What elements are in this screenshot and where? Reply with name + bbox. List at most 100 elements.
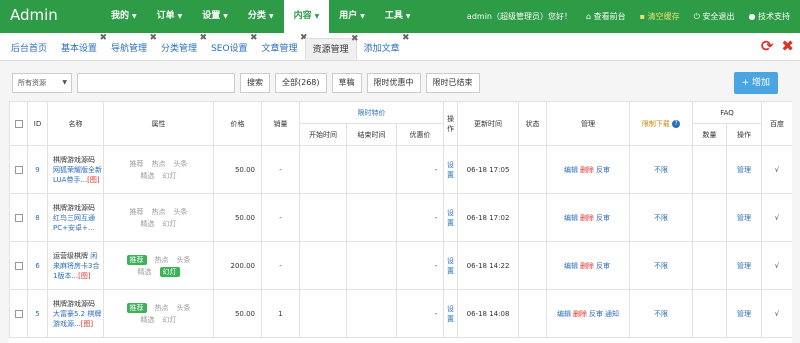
attr-slide[interactable]: 幻灯 [163,220,177,228]
delete-link[interactable]: 删除 [580,262,594,270]
filter-all-button[interactable]: 全部(268) [275,73,327,93]
attr-recommend[interactable]: 推荐 [126,302,147,313]
attr-featured[interactable]: 精选 [141,220,155,228]
nav-settings[interactable]: 设置 ▼ [192,0,238,33]
row-set-link[interactable]: 设置 [447,256,455,276]
row-category[interactable]: 棋牌游戏源码 [53,204,95,212]
row-limit-download[interactable]: 不限 [629,289,694,338]
row-updated: 06-18 14:08 [457,289,520,338]
logout-link[interactable]: ⏻ 安全退出 [694,11,735,22]
close-all-icon[interactable]: ✖ [781,39,794,54]
clear-cache-link[interactable]: ▪ 清空缓存 [640,11,680,22]
row-category[interactable]: 运营级棋牌 [53,252,88,260]
notify-link[interactable]: 通知 [605,310,619,318]
resource-type-select[interactable]: 所有资源 ▼ [12,73,72,93]
attr-headline[interactable]: 头条 [174,160,188,168]
row-set-link[interactable]: 设置 [447,160,455,180]
attr-recommend[interactable]: 推荐 [130,160,144,168]
row-select-cell [9,145,28,194]
row-baidu: √ [761,289,792,338]
row-manage: 编辑 删除 反审 [546,145,631,194]
nav-content[interactable]: 内容 ▼ [283,0,330,33]
filter-promo-on-button[interactable]: 限时优惠中 [366,73,421,93]
search-button[interactable]: 搜索 [240,73,270,93]
col-id[interactable]: ID [27,101,48,146]
col-start-time: 开始时间 [299,123,347,146]
nav-orders[interactable]: 订单 ▼ [147,0,193,33]
attr-featured[interactable]: 精选 [141,172,155,180]
tab-resource-manage[interactable]: 资源管理 ✖ [304,34,359,60]
row-faq-manage[interactable]: 管理 [726,145,763,194]
filter-draft-button[interactable]: 草稿 [331,73,362,93]
delete-link[interactable]: 删除 [573,310,587,318]
select-all-checkbox[interactable] [14,119,23,128]
row-set-link[interactable]: 设置 [447,208,455,228]
attr-featured[interactable]: 精选 [138,268,152,276]
attr-slide[interactable]: 幻灯 [163,316,177,324]
row-title-link[interactable]: 红鸟三网互通PC+安卓+... [53,214,95,232]
attr-hot[interactable]: 热点 [152,208,166,216]
attr-headline[interactable]: 头条 [177,256,191,264]
row-title-link[interactable]: 大富豪5.2 棋牌游戏源... [53,310,101,328]
unreview-link[interactable]: 反审 [596,262,610,270]
attr-headline[interactable]: 头条 [174,208,188,216]
brand-logo[interactable]: Admin [10,6,58,24]
tab-dashboard[interactable]: 后台首页 [4,38,54,60]
attr-slide[interactable]: 幻灯 [159,266,180,277]
row-set-link[interactable]: 设置 [447,304,455,324]
attr-recommend[interactable]: 推荐 [126,254,147,265]
filter-promo-end-button[interactable]: 限时已结束 [425,73,480,93]
row-limit-download[interactable]: 不限 [629,241,694,290]
search-input[interactable] [77,73,235,93]
resource-table: ID 名称 属性 价格 销量 限时特价 操作 更新时间 状态 管理 限制下载 ?… [9,101,792,343]
unreview-link[interactable]: 反审 [589,310,603,318]
tab-article-manage[interactable]: 文章管理✖ [255,33,308,60]
edit-link[interactable]: 编辑 [564,166,578,174]
col-faq-count: 数量 [692,123,728,146]
row-faq-manage[interactable]: 管理 [726,241,763,290]
row-faq-manage[interactable]: 管理 [726,289,763,338]
row-checkbox[interactable] [14,165,23,174]
edit-link[interactable]: 编辑 [564,262,578,270]
attr-hot[interactable]: 热点 [155,304,169,312]
tab-add-article[interactable]: 添加文章 ✖ [357,33,410,60]
row-price: 50.00 [213,289,262,338]
row-limit-download[interactable]: 不限 [629,145,694,194]
view-frontend-link[interactable]: ⌂ 查看前台 [586,11,626,22]
tab-basic-settings[interactable]: 基本设置 ✖ [54,33,107,60]
nav-tools[interactable]: 工具 ▼ [375,0,421,33]
close-icon[interactable]: ✖ [402,33,410,43]
help-icon[interactable]: ? [672,119,681,128]
user-icon: ● [748,12,758,21]
row-limit-download[interactable]: 不限 [629,193,694,242]
row-checkbox[interactable] [14,261,23,270]
delete-link[interactable]: 删除 [580,214,594,222]
attr-hot[interactable]: 热点 [155,256,169,264]
tab-seo[interactable]: SEO设置 ✖ [204,33,257,60]
nav-users[interactable]: 用户 ▼ [329,0,375,33]
row-checkbox[interactable] [14,213,23,222]
refresh-icon[interactable]: ⟳ [761,39,774,54]
attr-featured[interactable]: 精选 [141,316,155,324]
unreview-link[interactable]: 反审 [596,214,610,222]
nav-category[interactable]: 分类 ▼ [238,0,284,33]
row-attrs: 推荐 热点 头条精选 幻灯 [103,289,214,338]
row-category[interactable]: 棋牌游戏源码 [53,300,95,308]
attr-recommend[interactable]: 推荐 [130,208,144,216]
table-row: 5 棋牌游戏源码 大富豪5.2 棋牌游戏源...[图] 推荐 热点 头条 精选 幻灯 50.0… [9,289,792,338]
tab-category-manage[interactable]: 分类管理 ✖ [154,33,207,60]
nav-mine[interactable]: 我的 ▼ [101,0,147,33]
attr-headline[interactable]: 头条 [177,304,191,312]
delete-link[interactable]: 删除 [580,166,594,174]
row-faq-manage[interactable]: 管理 [726,193,763,242]
edit-link[interactable]: 编辑 [564,214,578,222]
tab-nav-manage[interactable]: 导航管理 ✖ [104,33,157,60]
row-checkbox[interactable] [14,309,23,318]
edit-link[interactable]: 编辑 [557,310,571,318]
attr-slide[interactable]: 幻灯 [163,172,177,180]
row-category[interactable]: 棋牌游戏源码 [53,156,95,164]
add-button[interactable]: + 增加 [733,72,778,94]
attr-hot[interactable]: 热点 [152,160,166,168]
unreview-link[interactable]: 反审 [596,166,610,174]
support-link[interactable]: ● 技术支持 [748,11,790,22]
